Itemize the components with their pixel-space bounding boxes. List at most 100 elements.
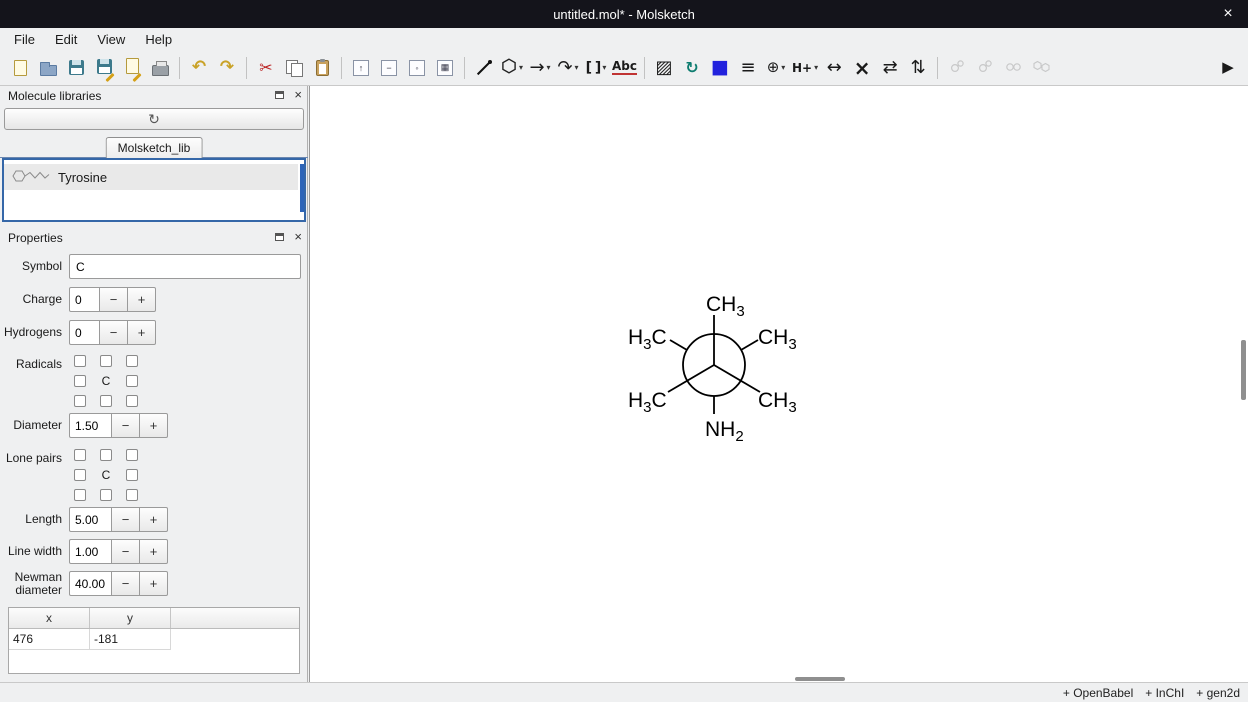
reaction-arrow-button[interactable]: → ▾ (526, 54, 554, 82)
tab-molsketch-lib[interactable]: Molsketch_lib (106, 137, 203, 158)
draw-bond-button[interactable] (470, 54, 498, 82)
dock-close-button[interactable]: × (294, 88, 302, 101)
atom-label-h3c-upper-left[interactable]: H3C (628, 326, 667, 353)
canvas-horizontal-scrollbar-thumb[interactable] (795, 677, 845, 681)
hash-bond-button[interactable]: ▨ (650, 54, 678, 82)
radical-checkbox[interactable] (100, 355, 112, 367)
radical-checkbox[interactable] (74, 375, 86, 387)
canvas-vertical-scrollbar-thumb[interactable] (1241, 340, 1246, 400)
dock-float-icon[interactable] (275, 233, 284, 241)
length-input[interactable] (69, 507, 112, 532)
copy-button[interactable] (280, 54, 308, 82)
delete-tool-button[interactable]: × (848, 54, 876, 82)
newman-decrement-button[interactable]: − (112, 571, 140, 596)
line-width-decrement-button[interactable]: − (112, 539, 140, 564)
window-close-button[interactable]: × (1216, 0, 1240, 28)
hydrogen-tool-button[interactable]: H+ ▾ (790, 54, 820, 82)
print-button[interactable] (146, 54, 174, 82)
toolbar-overflow-button[interactable]: ▶ (1214, 54, 1242, 82)
atom-label-ch3-upper-right[interactable]: CH3 (758, 326, 797, 353)
text-tool-button[interactable]: Abc (610, 54, 639, 82)
menu-edit[interactable]: Edit (45, 30, 87, 49)
library-scrollbar-thumb[interactable] (300, 164, 304, 212)
lone-pair-checkbox[interactable] (126, 489, 138, 501)
save-as-button[interactable] (90, 54, 118, 82)
charge-input[interactable] (69, 287, 100, 312)
hydrogens-decrement-button[interactable]: − (100, 320, 128, 345)
column-header-x[interactable]: x (9, 608, 90, 628)
bond-back-upper-right[interactable] (741, 340, 758, 350)
menu-file[interactable]: File (4, 30, 45, 49)
length-decrement-button[interactable]: − (112, 507, 140, 532)
cell-x[interactable]: 476 (9, 629, 90, 650)
line-width-button[interactable]: ≡ (734, 54, 762, 82)
length-increment-button[interactable]: + (140, 507, 168, 532)
lone-pair-checkbox[interactable] (74, 489, 86, 501)
bond-back-upper-left[interactable] (670, 340, 687, 350)
lone-pair-checkbox[interactable] (126, 449, 138, 461)
export-button[interactable] (118, 54, 146, 82)
mechanism-arrow-button[interactable]: ↷ ▾ (554, 54, 582, 82)
menu-help[interactable]: Help (135, 30, 182, 49)
radical-checkbox[interactable] (74, 395, 86, 407)
new-document-button[interactable] (6, 54, 34, 82)
lone-pair-checkbox[interactable] (100, 449, 112, 461)
flip-horizontal-button[interactable]: ⇄ (876, 54, 904, 82)
radical-checkbox[interactable] (74, 355, 86, 367)
document-tool-4-button[interactable]: ▦ (431, 54, 459, 82)
menu-view[interactable]: View (87, 30, 135, 49)
bracket-tool-button[interactable]: [ ] ▾ (582, 54, 610, 82)
cut-button[interactable]: ✂ (252, 54, 280, 82)
radical-checkbox[interactable] (126, 395, 138, 407)
radical-checkbox[interactable] (126, 355, 138, 367)
save-button[interactable] (62, 54, 90, 82)
dock-float-icon[interactable] (275, 91, 284, 99)
radical-checkbox[interactable] (100, 395, 112, 407)
open-file-button[interactable] (34, 54, 62, 82)
lone-pair-checkbox[interactable] (100, 489, 112, 501)
redo-button[interactable]: ↷ (213, 54, 241, 82)
dock-close-button[interactable]: × (294, 230, 302, 243)
diameter-decrement-button[interactable]: − (112, 413, 140, 438)
bond-front-lower-right[interactable] (714, 365, 760, 392)
flip-vertical-button[interactable]: ⇅ (904, 54, 932, 82)
charge-tool-button[interactable]: ⊕ ▾ (762, 54, 790, 82)
document-tool-1-button[interactable]: ↑ (347, 54, 375, 82)
atom-label-h3c-lower-left[interactable]: H3C (628, 389, 667, 416)
atom-label-ch3-lower-right[interactable]: CH3 (758, 389, 797, 416)
symbol-input[interactable] (69, 254, 301, 279)
undo-button[interactable]: ↶ (185, 54, 213, 82)
diameter-input[interactable] (69, 413, 112, 438)
color-picker-button[interactable]: ■ (706, 54, 734, 82)
newman-increment-button[interactable]: + (140, 571, 168, 596)
line-width-increment-button[interactable]: + (140, 539, 168, 564)
ring-tool-button[interactable]: ▾ (498, 54, 526, 82)
document-tool-3-button[interactable]: ◦ (403, 54, 431, 82)
molecule-drawing[interactable]: CH3 H3C CH3 H3C CH3 NH2 (310, 86, 1248, 682)
paste-button[interactable] (308, 54, 336, 82)
newman-projection[interactable]: CH3 H3C CH3 H3C CH3 NH2 (628, 293, 797, 445)
atom-label-nh2-bottom[interactable]: NH2 (705, 418, 744, 445)
atom-label-ch3-top[interactable]: CH3 (706, 293, 745, 320)
newman-diameter-input[interactable] (69, 571, 112, 596)
charge-increment-button[interactable]: + (128, 287, 156, 312)
bond-front-lower-left[interactable] (668, 365, 714, 392)
connect-tool-button[interactable]: ↔ (820, 54, 848, 82)
charge-decrement-button[interactable]: − (100, 287, 128, 312)
hydrogens-input[interactable] (69, 320, 100, 345)
line-width-input[interactable] (69, 539, 112, 564)
drawing-canvas[interactable]: CH3 H3C CH3 H3C CH3 NH2 (309, 86, 1248, 682)
lone-pair-checkbox[interactable] (74, 449, 86, 461)
status-gen2d: + gen2d (1196, 686, 1240, 700)
radical-checkbox[interactable] (126, 375, 138, 387)
hydrogens-increment-button[interactable]: + (128, 320, 156, 345)
rotate-tool-button[interactable]: ↻ (678, 54, 706, 82)
cell-y[interactable]: -181 (90, 629, 171, 650)
document-tool-2-button[interactable]: − (375, 54, 403, 82)
lone-pair-checkbox[interactable] (74, 469, 86, 481)
diameter-increment-button[interactable]: + (140, 413, 168, 438)
list-item-tyrosine[interactable]: Tyrosine (4, 164, 298, 190)
lone-pair-checkbox[interactable] (126, 469, 138, 481)
column-header-y[interactable]: y (90, 608, 171, 628)
library-refresh-button[interactable]: ↻ (4, 108, 304, 130)
